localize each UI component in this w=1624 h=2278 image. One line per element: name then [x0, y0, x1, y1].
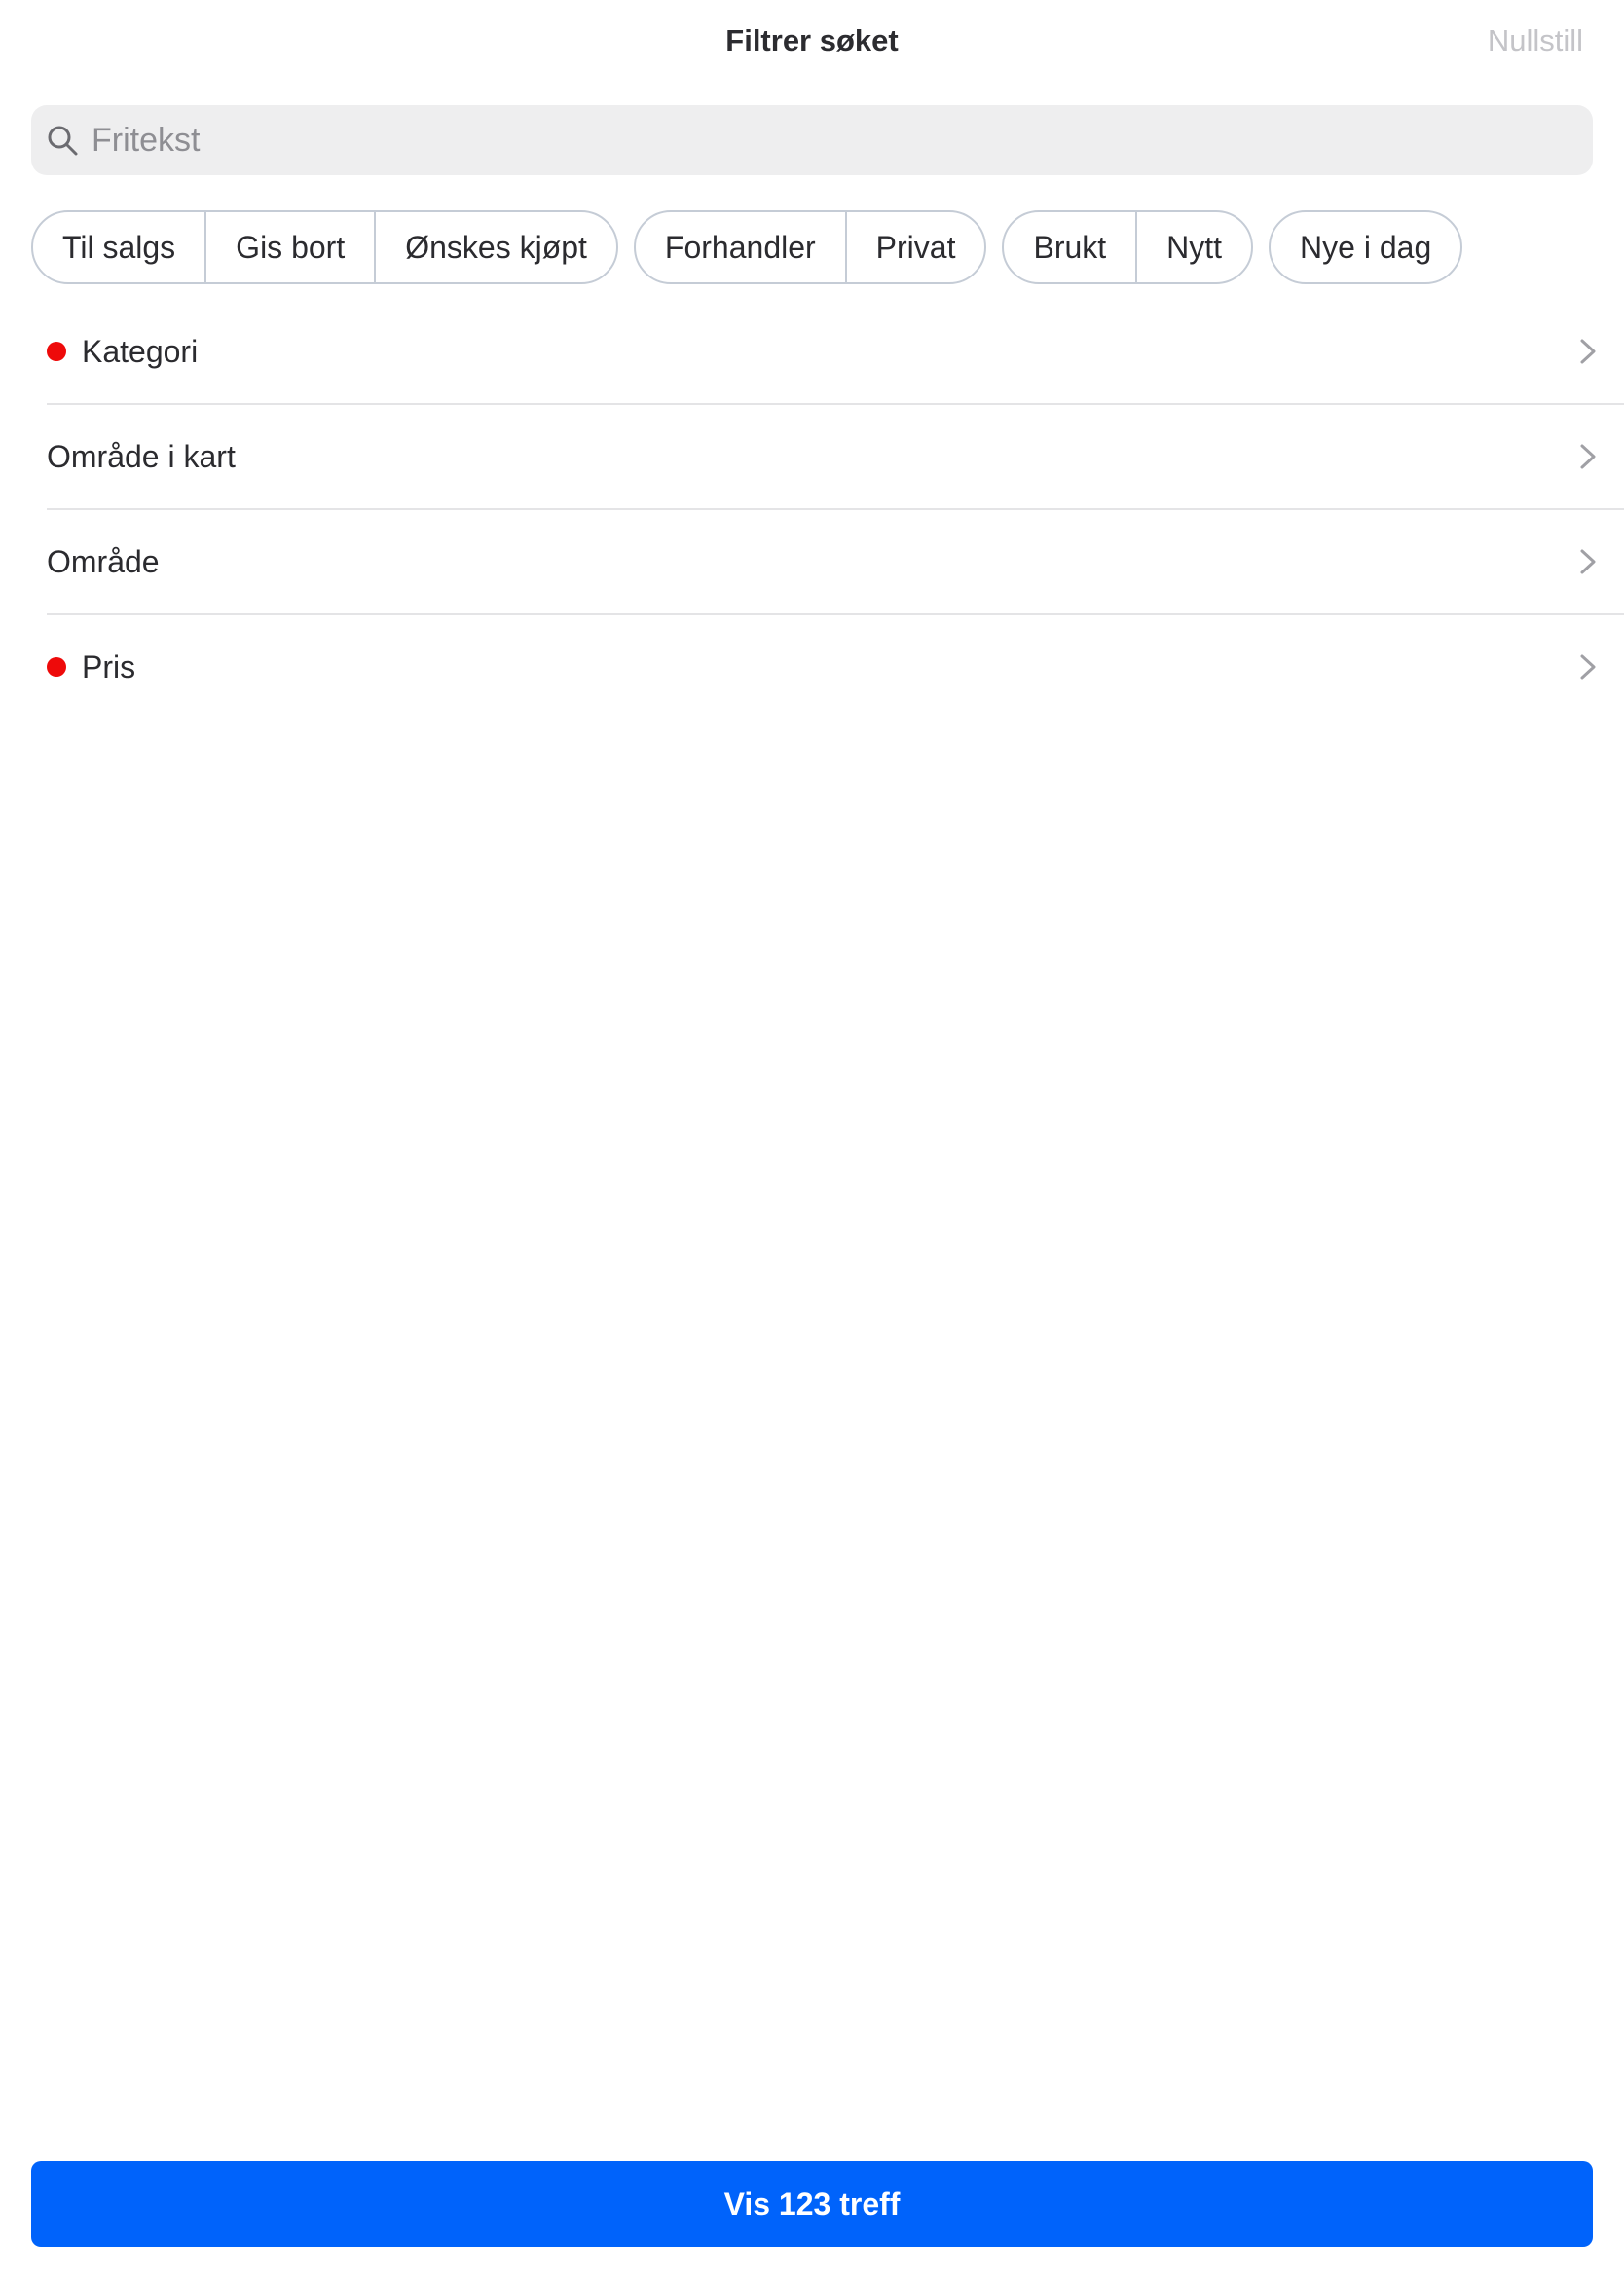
page-title: Filtrer søket — [725, 23, 899, 57]
chevron-right-icon — [1580, 549, 1596, 574]
chevron-right-icon — [1580, 654, 1596, 680]
chip-forhandler[interactable]: Forhandler — [636, 212, 845, 282]
chip-group-seller: Forhandler Privat — [633, 210, 987, 284]
filter-row-omrade[interactable]: Område — [47, 510, 1624, 615]
chip-nye-i-dag[interactable]: Nye i dag — [1271, 212, 1460, 282]
chip-gis-bort[interactable]: Gis bort — [204, 212, 374, 282]
chip-brukt[interactable]: Brukt — [1004, 212, 1135, 282]
active-filter-dot — [47, 342, 66, 361]
chip-group-ad-type: Til salgs Gis bort Ønskes kjøpt — [31, 210, 618, 284]
show-results-button[interactable]: Vis 123 treff — [31, 2161, 1593, 2247]
chip-onskes-kjopt[interactable]: Ønskes kjøpt — [374, 212, 616, 282]
filter-label: Kategori — [82, 333, 199, 369]
filter-label: Pris — [82, 648, 136, 684]
chip-privat[interactable]: Privat — [844, 212, 985, 282]
chevron-right-icon — [1580, 444, 1596, 469]
filter-sheet: Filtrer søket Nullstill Til salgs Gis bo… — [0, 0, 1624, 2278]
search-box[interactable] — [31, 105, 1593, 175]
chip-nytt[interactable]: Nytt — [1135, 212, 1251, 282]
filter-row-omrade-i-kart[interactable]: Område i kart — [47, 405, 1624, 510]
chip-til-salgs[interactable]: Til salgs — [33, 212, 204, 282]
chip-group-condition: Brukt Nytt — [1002, 210, 1254, 284]
search-input[interactable] — [90, 110, 1593, 170]
search-icon — [45, 123, 80, 158]
filter-row-kategori[interactable]: Kategori — [47, 300, 1624, 405]
quick-filter-chips: Til salgs Gis bort Ønskes kjøpt Forhandl… — [31, 210, 1463, 284]
chevron-right-icon — [1580, 339, 1596, 364]
header: Filtrer søket Nullstill — [0, 0, 1624, 90]
filter-list: Kategori Område i kart Område Pris — [47, 300, 1624, 718]
chip-group-date: Nye i dag — [1269, 210, 1463, 284]
filter-row-pris[interactable]: Pris — [47, 615, 1624, 718]
filter-label: Område — [47, 543, 160, 579]
filter-label: Område i kart — [47, 438, 236, 474]
reset-button[interactable]: Nullstill — [1488, 23, 1583, 58]
active-filter-dot — [47, 657, 66, 677]
